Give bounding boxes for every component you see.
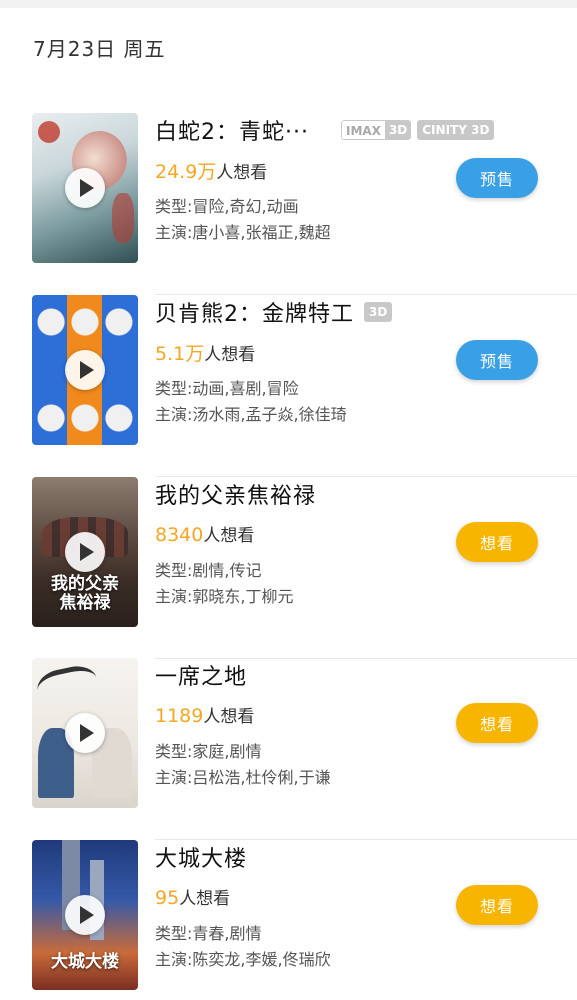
movie-poster[interactable] [32,113,138,263]
presale-button[interactable]: 预售 [456,340,538,380]
play-icon[interactable] [65,532,105,572]
play-icon[interactable] [65,350,105,390]
movie-card[interactable]: 一席之地 1189人想看 类型:家庭,剧情 主演:吕松浩,杜伶俐,于谦 想看 [0,658,577,840]
play-icon[interactable] [65,713,105,753]
movie-cast: 主演:唐小喜,张福正,魏超 [155,223,331,242]
movie-poster[interactable] [32,295,138,445]
movie-genre: 类型:家庭,剧情 [155,742,262,761]
date-header: 7月23日 周五 [33,37,166,61]
movie-card[interactable]: 大城大楼 大城大楼 95人想看 类型:青春,剧情 主演:陈奕龙,李媛,佟瑞欣 想… [0,840,577,1000]
movie-genre: 类型:青春,剧情 [155,924,262,943]
presale-button[interactable]: 预售 [456,158,538,198]
want-to-see-button[interactable]: 想看 [456,522,538,562]
movie-genre: 类型:冒险,奇幻,动画 [155,197,299,216]
poster-title: 大城大楼 [51,952,119,972]
top-strip [0,0,577,8]
poster-title: 我的父亲 焦裕禄 [51,574,119,613]
movie-title[interactable]: 我的父亲焦裕禄 [155,478,316,510]
play-icon[interactable] [65,895,105,935]
movie-poster[interactable]: 大城大楼 [32,840,138,990]
want-to-see-button[interactable]: 想看 [456,703,538,743]
movie-cast: 主演:陈奕龙,李媛,佟瑞欣 [155,950,331,969]
movie-poster[interactable] [32,658,138,808]
movie-title[interactable]: 一席之地 [155,659,247,691]
movie-title[interactable]: 大城大楼 [155,841,247,873]
movie-poster[interactable]: 我的父亲 焦裕禄 [32,477,138,627]
want-to-see-count: 95人想看 [155,887,231,909]
cinity-3d-badge: CINITY 3D [417,120,495,140]
want-to-see-count: 5.1万人想看 [155,343,256,365]
want-to-see-button[interactable]: 想看 [456,885,538,925]
play-icon[interactable] [65,168,105,208]
3d-badge: 3D [364,302,393,322]
movie-card[interactable]: 我的父亲 焦裕禄 我的父亲焦裕禄 8340人想看 类型:剧情,传记 主演:郭晓东… [0,477,577,659]
want-to-see-count: 1189人想看 [155,705,255,727]
movie-title[interactable]: 白蛇2：青蛇··· [155,114,309,146]
movie-title[interactable]: 贝肯熊2：金牌特工 [155,296,354,328]
imax-3d-badge: IMAX 3D [340,120,412,140]
movie-genre: 类型:动画,喜剧,冒险 [155,379,299,398]
want-to-see-count: 24.9万人想看 [155,161,268,183]
movie-cast: 主演:吕松浩,杜伶俐,于谦 [155,768,331,787]
movie-card[interactable]: 白蛇2：青蛇··· IMAX 3D CINITY 3D 24.9万人想看 类型:冒… [0,113,577,295]
movie-cast: 主演:郭晓东,丁柳元 [155,587,294,606]
movie-cast: 主演:汤水雨,孟子焱,徐佳琦 [155,405,347,424]
movie-card[interactable]: 贝肯熊2：金牌特工 3D 5.1万人想看 类型:动画,喜剧,冒险 主演:汤水雨,… [0,295,577,477]
want-to-see-count: 8340人想看 [155,524,255,546]
movie-genre: 类型:剧情,传记 [155,561,262,580]
